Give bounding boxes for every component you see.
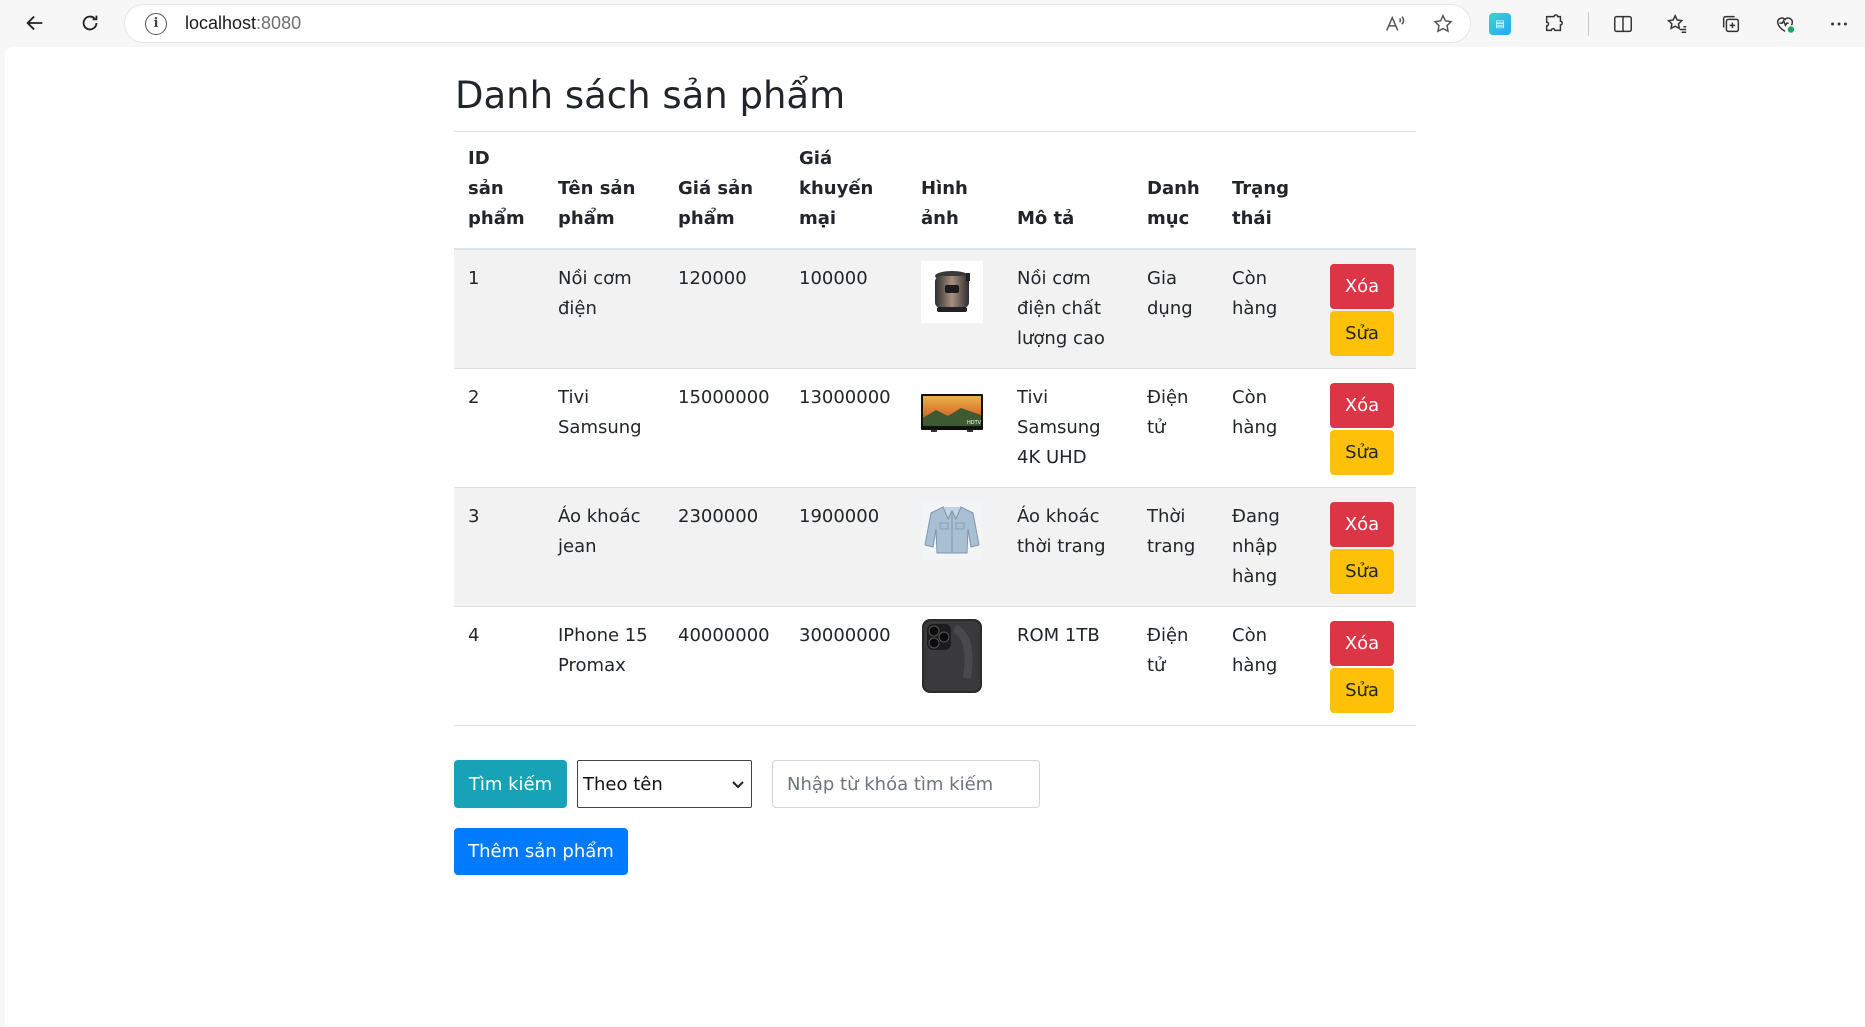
header-name: Tên sản phẩm <box>544 132 664 250</box>
table-row: 1 Nồi cơm điện 120000 100000 Nồi cơm điệ… <box>454 249 1416 369</box>
header-status: Trạng thái <box>1218 132 1312 250</box>
address-bar[interactable]: i localhost:8080 <box>125 5 1470 42</box>
cell-status: Đang nhập hàng <box>1218 487 1312 607</box>
cell-id: 4 <box>454 606 544 726</box>
toolbar-separator <box>1588 12 1589 36</box>
reload-icon <box>82 15 98 31</box>
site-info-icon[interactable]: i <box>145 12 167 35</box>
cell-image <box>907 606 1003 726</box>
iphone-image <box>921 618 983 694</box>
read-aloud-icon[interactable] <box>1382 11 1408 37</box>
cell-name: Áo khoác jean <box>544 487 664 607</box>
chevron-down-icon <box>732 781 744 789</box>
cell-id: 3 <box>454 487 544 607</box>
cell-price: 120000 <box>664 249 785 369</box>
cell-promo-price: 13000000 <box>785 368 907 488</box>
more-options-icon[interactable] <box>1819 4 1859 44</box>
delete-button[interactable]: Xóa <box>1330 621 1394 666</box>
main-container: Danh sách sản phẩm ID sản phẩm Tên sản p… <box>454 47 1416 875</box>
reload-button[interactable] <box>70 3 110 43</box>
cell-description: ROM 1TB <box>1003 606 1133 726</box>
arrow-left-icon <box>26 15 43 31</box>
rice-cooker-image <box>921 261 983 323</box>
delete-button[interactable]: Xóa <box>1330 502 1394 547</box>
edit-button[interactable]: Sửa <box>1330 311 1394 356</box>
cell-actions: Xóa Sửa <box>1312 606 1416 726</box>
header-id: ID sản phẩm <box>454 132 544 250</box>
url-text[interactable]: localhost:8080 <box>185 13 301 34</box>
table-header-row: ID sản phẩm Tên sản phẩm Giá sản phẩm Gi… <box>454 132 1416 250</box>
split-screen-icon[interactable] <box>1603 4 1643 44</box>
header-promo-price: Giá khuyến mại <box>785 132 907 250</box>
cell-name: Tivi Samsung <box>544 368 664 488</box>
edit-button[interactable]: Sửa <box>1330 549 1394 594</box>
header-actions <box>1312 132 1416 250</box>
search-form: Tìm kiếm Theo tên <box>454 760 1416 808</box>
cell-id: 1 <box>454 249 544 369</box>
edit-button[interactable]: Sửa <box>1330 668 1394 713</box>
back-button[interactable] <box>15 3 55 43</box>
favorite-star-icon[interactable] <box>1430 11 1456 37</box>
cell-description: Áo khoác thời trang <box>1003 487 1133 607</box>
cell-image <box>907 487 1003 607</box>
header-description: Mô tả <box>1003 132 1133 250</box>
cell-actions: Xóa Sửa <box>1312 487 1416 607</box>
svg-text:HDTV: HDTV <box>967 420 982 426</box>
page-title: Danh sách sản phẩm <box>455 74 846 117</box>
cell-category: Điện tử <box>1133 368 1218 488</box>
cell-name: Nồi cơm điện <box>544 249 664 369</box>
search-type-select[interactable]: Theo tên <box>577 760 752 808</box>
jacket-image <box>921 499 983 561</box>
search-input[interactable] <box>772 760 1040 808</box>
extension-badge-icon[interactable]: ▤ <box>1480 4 1520 44</box>
header-image: Hình ảnh <box>907 132 1003 250</box>
cell-category: Gia dụng <box>1133 249 1218 369</box>
collections-icon[interactable] <box>1711 4 1751 44</box>
cell-promo-price: 100000 <box>785 249 907 369</box>
cell-status: Còn hàng <box>1218 606 1312 726</box>
product-table: ID sản phẩm Tên sản phẩm Giá sản phẩm Gi… <box>454 132 1416 726</box>
cell-description: Tivi Samsung 4K UHD <box>1003 368 1133 488</box>
header-category: Danh mục <box>1133 132 1218 250</box>
extensions-puzzle-icon[interactable] <box>1534 4 1574 44</box>
edit-button[interactable]: Sửa <box>1330 430 1394 475</box>
cell-price: 15000000 <box>664 368 785 488</box>
cell-price: 40000000 <box>664 606 785 726</box>
cell-actions: Xóa Sửa <box>1312 249 1416 369</box>
cell-actions: Xóa Sửa <box>1312 368 1416 488</box>
search-button[interactable]: Tìm kiếm <box>454 760 567 808</box>
cell-category: Thời trang <box>1133 487 1218 607</box>
browser-toolbar: i localhost:8080 ▤ <box>0 0 1865 46</box>
cell-category: Điện tử <box>1133 606 1218 726</box>
cell-description: Nồi cơm điện chất lượng cao <box>1003 249 1133 369</box>
delete-button[interactable]: Xóa <box>1330 264 1394 309</box>
cell-id: 2 <box>454 368 544 488</box>
cell-promo-price: 1900000 <box>785 487 907 607</box>
cell-image <box>907 249 1003 369</box>
cell-status: Còn hàng <box>1218 249 1312 369</box>
header-price: Giá sản phẩm <box>664 132 785 250</box>
cell-image: HDTV <box>907 368 1003 488</box>
cell-status: Còn hàng <box>1218 368 1312 488</box>
table-row: 2 Tivi Samsung 15000000 13000000 HDTV Ti… <box>454 368 1416 488</box>
cell-name: IPhone 15 Promax <box>544 606 664 726</box>
table-row: 3 Áo khoác jean 2300000 1900000 Áo khoác… <box>454 487 1416 607</box>
table-row: 4 IPhone 15 Promax 40000000 30000000 ROM… <box>454 606 1416 726</box>
cell-promo-price: 30000000 <box>785 606 907 726</box>
browser-essentials-icon[interactable] <box>1765 4 1805 44</box>
page-viewport: Danh sách sản phẩm ID sản phẩm Tên sản p… <box>5 47 1865 1027</box>
favorites-list-icon[interactable] <box>1657 4 1697 44</box>
tv-image: HDTV <box>921 380 983 442</box>
add-product-button[interactable]: Thêm sản phẩm <box>454 828 628 875</box>
cell-price: 2300000 <box>664 487 785 607</box>
select-value: Theo tên <box>583 773 663 795</box>
delete-button[interactable]: Xóa <box>1330 383 1394 428</box>
